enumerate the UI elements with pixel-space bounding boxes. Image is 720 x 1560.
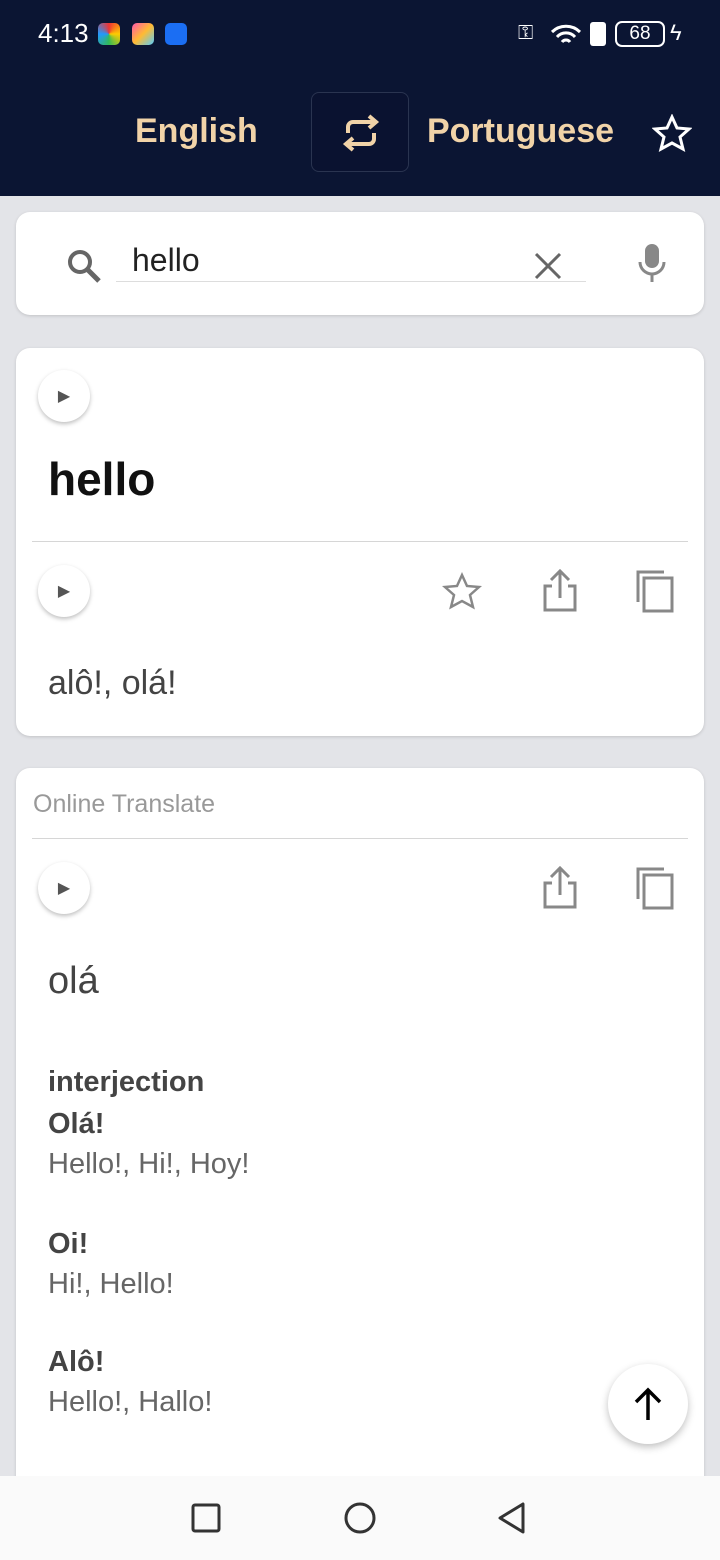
entry-meanings: Hello!, Hi!, Hoy! [48, 1148, 250, 1180]
entry-term: Olá! [48, 1108, 105, 1140]
scroll-to-top-button[interactable] [608, 1364, 688, 1444]
back-button[interactable] [496, 1500, 528, 1536]
entry-meanings: Hi!, Hello! [48, 1268, 174, 1300]
star-outline-icon[interactable] [652, 114, 692, 152]
translation-text: alô!, olá! [48, 664, 177, 702]
card-title: Online Translate [33, 790, 216, 818]
play-translation-button[interactable]: ▶ [38, 565, 90, 617]
wifi-icon [550, 24, 582, 44]
navigation-bar [0, 1476, 720, 1560]
search-input[interactable] [116, 240, 586, 282]
swap-icon [342, 114, 380, 152]
sim-alert-icon [590, 22, 606, 46]
source-word: hello [48, 453, 156, 505]
app-notification-icon [98, 23, 120, 45]
dictionary-card: ▶ hello ▶ alô!, olá! [16, 348, 704, 736]
play-icon: ▶ [57, 388, 71, 405]
search-icon [68, 250, 101, 283]
star-outline-icon[interactable] [442, 572, 482, 612]
copy-icon[interactable] [634, 568, 678, 614]
arrow-up-icon [634, 1387, 662, 1420]
vpn-key-icon: ⚿ [518, 22, 534, 44]
charging-icon: ϟ [670, 20, 682, 45]
clear-icon[interactable] [532, 250, 564, 282]
recents-button[interactable] [190, 1502, 222, 1534]
copy-icon[interactable] [634, 865, 678, 911]
divider [32, 838, 688, 839]
online-translate-card: Online Translate ▶ olá interjection Olá!… [16, 768, 704, 1528]
search-bar [16, 212, 704, 315]
app-notification-icon [132, 23, 154, 45]
divider [32, 541, 688, 542]
play-translation-button[interactable]: ▶ [38, 862, 90, 914]
microphone-icon[interactable] [636, 242, 668, 286]
part-of-speech: interjection [48, 1066, 205, 1098]
app-header: 4:13 ⚿ 68 ϟ English Portuguese [0, 0, 720, 196]
home-button[interactable] [342, 1500, 378, 1536]
online-translation: olá [48, 960, 99, 1002]
target-language-button[interactable]: Portuguese [427, 112, 614, 151]
swap-languages-button[interactable] [311, 92, 409, 172]
play-icon: ▶ [57, 880, 71, 897]
entry-term: Oi! [48, 1228, 89, 1260]
entry-term: Alô! [48, 1346, 105, 1378]
entry-meanings: Hello!, Hallo! [48, 1386, 213, 1418]
source-language-button[interactable]: English [135, 112, 258, 151]
play-source-button[interactable]: ▶ [38, 370, 90, 422]
lightbulb-icon [165, 23, 187, 45]
status-time: 4:13 [38, 18, 89, 48]
battery-indicator: 68 [615, 21, 665, 47]
share-icon[interactable] [540, 568, 580, 614]
share-icon[interactable] [540, 865, 580, 911]
play-icon: ▶ [57, 583, 71, 600]
